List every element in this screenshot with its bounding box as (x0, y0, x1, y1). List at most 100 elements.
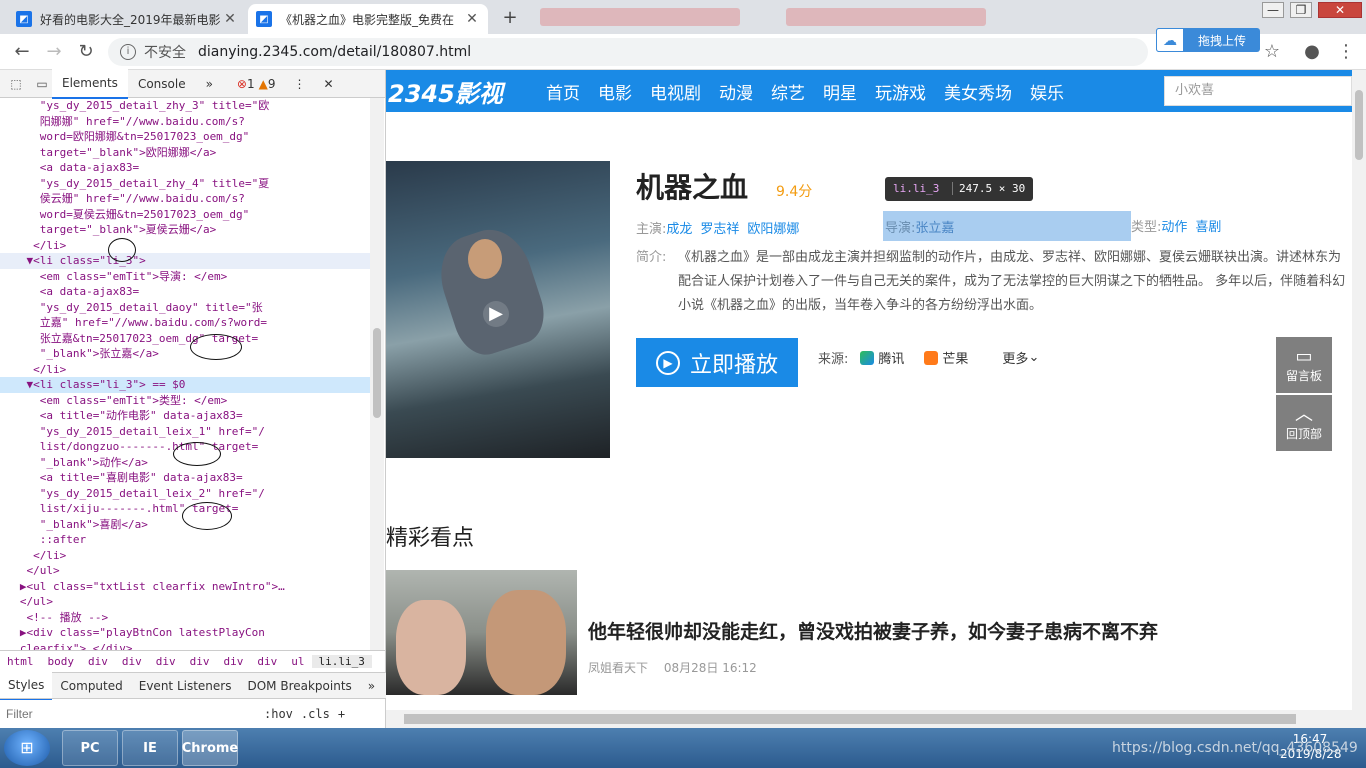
styles-filter-input[interactable] (0, 706, 256, 721)
dom-tree-line[interactable]: </li> (0, 362, 370, 378)
account-icon[interactable]: ● (1300, 40, 1324, 64)
dom-tree-line[interactable]: ▼<li class="li_3"> (0, 253, 370, 269)
page-vertical-scrollbar[interactable] (1352, 70, 1366, 728)
dom-tree-scrollbar[interactable] (370, 98, 384, 650)
dom-tree-line[interactable]: 立嘉" href="//www.baidu.com/s?word= (0, 315, 370, 331)
scroll-thumb[interactable] (373, 328, 381, 418)
chrome-icon[interactable]: Chrome (182, 730, 238, 766)
crumb[interactable]: div (115, 655, 149, 668)
dom-tree-line[interactable]: <a data-ajax83= (0, 160, 370, 176)
message-board-button[interactable]: ▭ 留言板 (1276, 337, 1332, 393)
news-title[interactable]: 他年轻很帅却没能走红，曾没戏拍被妻子养，如今妻子患病不离不弃 (588, 617, 1158, 644)
dom-tree-line[interactable]: </li> (0, 238, 370, 254)
tab-movie-detail[interactable]: ◩ 《机器之血》电影完整版_免费在 ✕ (248, 4, 488, 34)
start-button[interactable]: ⊞ (4, 730, 50, 766)
crumb[interactable]: div (250, 655, 284, 668)
error-icon[interactable]: ⊗ (237, 77, 247, 91)
dom-tree-line[interactable]: 侯云姗" href="//www.baidu.com/s? (0, 191, 370, 207)
more-tabs-icon[interactable]: » (196, 70, 223, 98)
dom-tree-line[interactable]: "ys_dy_2015_detail_zhy_3" title="欧 (0, 98, 370, 114)
warning-icon[interactable]: ▲ (259, 77, 268, 91)
tab-computed[interactable]: Computed (52, 673, 130, 699)
page-horizontal-scrollbar[interactable] (386, 710, 1352, 728)
maximize-button[interactable]: ❐ (1290, 2, 1312, 18)
forward-icon[interactable]: → (42, 40, 66, 64)
cast-link[interactable]: 成龙 (666, 218, 692, 237)
crumb[interactable]: div (149, 655, 183, 668)
close-icon[interactable]: ✕ (222, 11, 238, 27)
ie-icon[interactable]: IE (122, 730, 178, 766)
dom-tree-line[interactable]: <a data-ajax83= (0, 284, 370, 300)
nav-beauty[interactable]: 美女秀场 (944, 79, 1012, 104)
dom-tree-line[interactable]: </li> (0, 548, 370, 564)
reload-icon[interactable]: ↻ (74, 40, 98, 64)
dom-tree-line[interactable]: "ys_dy_2015_detail_leix_2" href="/ (0, 486, 370, 502)
tab-styles[interactable]: Styles (0, 671, 53, 700)
tab-event-listeners[interactable]: Event Listeners (131, 673, 240, 699)
cls-toggle[interactable]: .cls (301, 707, 330, 721)
tab-movies-list[interactable]: ◩ 好看的电影大全_2019年最新电影 ✕ (8, 4, 246, 34)
more-sources-button[interactable]: 更多 ⌄ (1002, 348, 1039, 367)
dom-tree-line[interactable]: ▶<div class="playBtnCon latestPlayCon (0, 625, 370, 641)
new-tab-button[interactable]: + (498, 6, 522, 30)
close-icon[interactable]: ✕ (464, 11, 480, 27)
dom-tree-line[interactable]: ▼<li class="li_3"> == $0 (0, 377, 370, 393)
back-to-top-button[interactable]: ︿ 回顶部 (1276, 395, 1332, 451)
scroll-thumb[interactable] (404, 714, 1296, 724)
director-link[interactable]: 张立嘉 (915, 217, 954, 236)
tab-console[interactable]: Console (128, 70, 196, 98)
address-bar[interactable]: i 不安全 dianying.2345.com/detail/180807.ht… (108, 38, 1148, 66)
dom-tree-line[interactable]: word=欧阳娜娜&tn=25017023_oem_dg" (0, 129, 370, 145)
crumb[interactable]: html (0, 655, 41, 668)
genre-link[interactable]: 动作 (1161, 216, 1187, 235)
dom-tree-line[interactable]: target="_blank">欧阳娜娜</a> (0, 145, 370, 161)
settings-icon[interactable]: ⋮ (294, 77, 306, 91)
close-icon[interactable]: ✕ (324, 77, 334, 91)
more-subtabs-icon[interactable]: » (360, 673, 383, 699)
play-icon[interactable]: ▶ (483, 301, 509, 327)
nav-movies[interactable]: 电影 (598, 79, 632, 104)
dom-tree-line[interactable]: ::after (0, 532, 370, 548)
info-icon[interactable]: i (120, 44, 136, 60)
device-toggle-icon[interactable]: ▭ (32, 77, 52, 91)
nav-tv[interactable]: 电视剧 (650, 79, 701, 104)
dom-tree-line[interactable]: "ys_dy_2015_detail_zhy_4" title="夏 (0, 176, 370, 192)
nav-anime[interactable]: 动漫 (719, 79, 753, 104)
cast-link[interactable]: 欧阳娜娜 (747, 218, 799, 237)
close-window-button[interactable]: ✕ (1318, 2, 1362, 18)
upload-widget[interactable]: ☁ 拖拽上传 (1156, 28, 1260, 52)
crumb[interactable]: body (41, 655, 82, 668)
crumb[interactable]: div (217, 655, 251, 668)
dom-tree-line[interactable]: <!-- 播放 --> (0, 610, 370, 626)
source-tencent[interactable]: 腾讯 (860, 348, 904, 367)
menu-icon[interactable]: ⋮ (1334, 40, 1358, 64)
star-icon[interactable]: ☆ (1260, 40, 1284, 64)
nav-games[interactable]: 玩游戏 (875, 79, 926, 104)
tab-elements[interactable]: Elements (52, 68, 128, 99)
dom-tree-line[interactable]: <em class="emTit">类型: </em> (0, 393, 370, 409)
dom-tree-line[interactable]: "_blank">张立嘉</a> (0, 346, 370, 362)
inspect-icon[interactable]: ⬚ (6, 77, 26, 91)
crumb[interactable]: div (183, 655, 217, 668)
dom-tree-line[interactable]: <em class="emTit">导演: </em> (0, 269, 370, 285)
nav-home[interactable]: 首页 (546, 79, 580, 104)
cast-link[interactable]: 罗志祥 (700, 218, 739, 237)
minimize-button[interactable]: — (1262, 2, 1284, 18)
dom-tree-line[interactable]: "ys_dy_2015_detail_leix_1" href="/ (0, 424, 370, 440)
add-rule-button[interactable]: + (338, 707, 345, 721)
news-thumbnail[interactable] (386, 570, 577, 695)
nav-variety[interactable]: 综艺 (771, 79, 805, 104)
news-author[interactable]: 凤姐看天下 (588, 661, 648, 675)
dom-tree-line[interactable]: <a title="动作电影" data-ajax83= (0, 408, 370, 424)
dom-tree-line[interactable]: </ul> (0, 563, 370, 579)
nav-stars[interactable]: 明星 (823, 79, 857, 104)
play-now-button[interactable]: ▶ 立即播放 (636, 338, 798, 387)
crumb[interactable]: div (81, 655, 115, 668)
dom-tree-line[interactable]: target="_blank">夏侯云姗</a> (0, 222, 370, 238)
dom-tree-line[interactable]: ▶<ul class="txtList clearfix newIntro">… (0, 579, 370, 595)
dom-tree-line[interactable]: word=夏侯云姗&tn=25017023_oem_dg" (0, 207, 370, 223)
dom-tree-line[interactable]: <a title="喜剧电影" data-ajax83= (0, 470, 370, 486)
search-input[interactable]: 小欢喜 (1164, 76, 1352, 106)
tab-dom-breakpoints[interactable]: DOM Breakpoints (239, 673, 359, 699)
crumb-current[interactable]: li.li_3 (311, 655, 372, 668)
